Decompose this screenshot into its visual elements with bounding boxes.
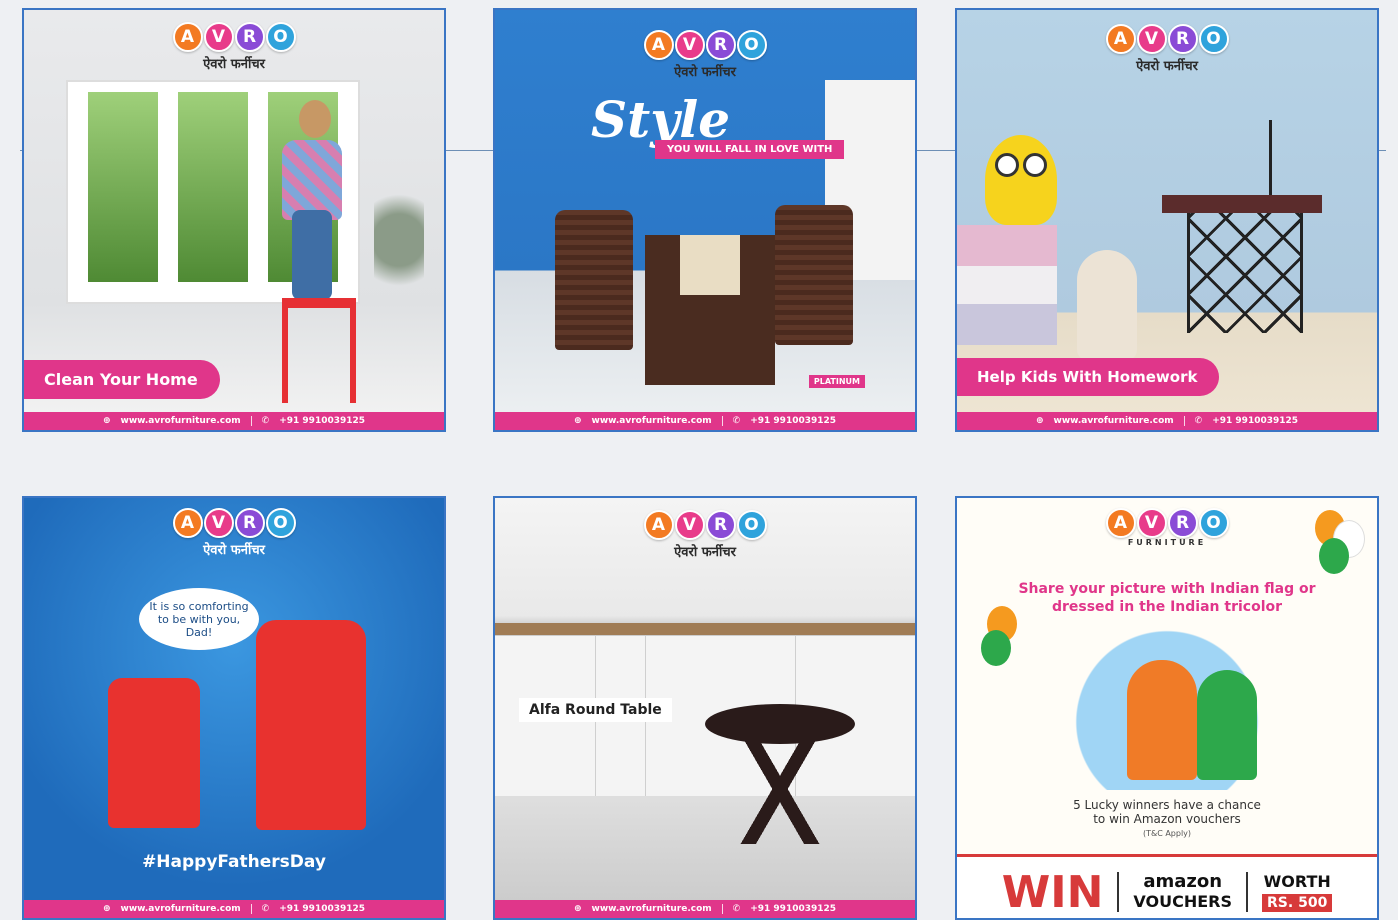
worth-amount: WORTH RS. 500	[1262, 871, 1333, 912]
globe-icon: ⊕	[102, 904, 111, 914]
chair-image	[775, 205, 853, 345]
win-banner: WIN amazon VOUCHERS WORTH RS. 500	[957, 854, 1377, 918]
contact-footer: ⊕ www.avrofurniture.com ✆ +91 9910039125	[495, 900, 915, 918]
contest-headline: Share your picture with Indian flag or d…	[1018, 581, 1316, 615]
balloon-icon	[981, 630, 1011, 666]
globe-icon: ⊕	[102, 416, 111, 426]
post-tile-clean-home[interactable]: AVRO ऐवरो फर्नीचर Clean Your Home ⊕ www.a…	[22, 8, 446, 432]
dining-table-image	[645, 235, 775, 385]
kids-chair-image	[108, 678, 200, 828]
phone-icon: ✆	[732, 416, 741, 426]
contest-details: 5 Lucky winners have a chance to win Ama…	[1073, 798, 1261, 826]
amazon-vouchers: amazon VOUCHERS	[1117, 872, 1249, 912]
contact-footer: ⊕ www.avrofurniture.com ✆ +91 9910039125	[24, 900, 444, 918]
post-tile-homework[interactable]: AVRO ऐवरो फर्नीचर Help Kids With Homewor…	[955, 8, 1379, 432]
contact-footer: ⊕ www.avrofurniture.com ✆ +91 9910039125	[495, 412, 915, 430]
speech-bubble: It is so comforting to be with you, Dad!	[139, 588, 259, 650]
product-label: Alfa Round Table	[519, 698, 672, 722]
person-image	[299, 100, 331, 138]
avro-logo: AVRO ऐवरो फर्नीचर	[495, 510, 915, 560]
phone-icon: ✆	[732, 904, 741, 914]
globe-icon: ⊕	[1035, 416, 1044, 426]
drawer-image	[957, 225, 1057, 345]
avro-logo: AVRO FURNITURE	[957, 508, 1377, 547]
contact-footer: ⊕ www.avrofurniture.com ✆ +91 9910039125	[24, 412, 444, 430]
globe-icon: ⊕	[573, 904, 582, 914]
post-tile-contest[interactable]: AVRO FURNITURE Share your picture with I…	[955, 496, 1379, 920]
terms-note: (T&C Apply)	[1142, 829, 1192, 838]
globe-icon: ⊕	[573, 416, 582, 426]
red-stool-image	[282, 298, 356, 403]
phone-icon: ✆	[1194, 416, 1203, 426]
win-text: WIN	[1001, 866, 1104, 918]
caption-pill: Clean Your Home	[24, 360, 220, 399]
toy-giraffe-image	[1077, 250, 1137, 360]
contact-footer: ⊕ www.avrofurniture.com ✆ +91 9910039125	[957, 412, 1377, 430]
platinum-badge: PLATINUM	[808, 375, 865, 388]
post-tile-round-table[interactable]: Alfa Round Table AVRO ऐवरो फर्नीचर ⊕ www.…	[493, 496, 917, 920]
post-tile-fathers-day[interactable]: AVRO ऐवरो फर्नीचर It is so comforting to…	[22, 496, 446, 920]
phone-icon: ✆	[261, 416, 270, 426]
folding-table-image	[1162, 195, 1322, 213]
hashtag: #HappyFathersDay	[142, 852, 326, 872]
countertop-image	[495, 623, 915, 635]
avro-logo: AVRO ऐवरो फर्नीचर	[495, 30, 915, 80]
avro-logo: AVRO ऐवरो फर्नीचर	[24, 508, 444, 558]
post-tile-style[interactable]: Style YOU WILL FALL IN LOVE WITH PLATINU…	[493, 8, 917, 432]
chair-image	[555, 210, 633, 350]
armless-chair-image	[256, 620, 366, 830]
avro-logo: AVRO ऐवरो फर्नीचर	[24, 22, 444, 72]
selfie-illustration	[1057, 620, 1277, 790]
phone-icon: ✆	[261, 904, 270, 914]
style-tagline: YOU WILL FALL IN LOVE WITH	[655, 140, 845, 159]
toy-monster-image	[985, 135, 1057, 225]
caption-pill: Help Kids With Homework	[957, 358, 1220, 396]
lamp-image	[1269, 120, 1290, 195]
avro-logo: AVRO ऐवरो फर्नीचर	[957, 24, 1377, 74]
plant-image	[374, 180, 424, 300]
